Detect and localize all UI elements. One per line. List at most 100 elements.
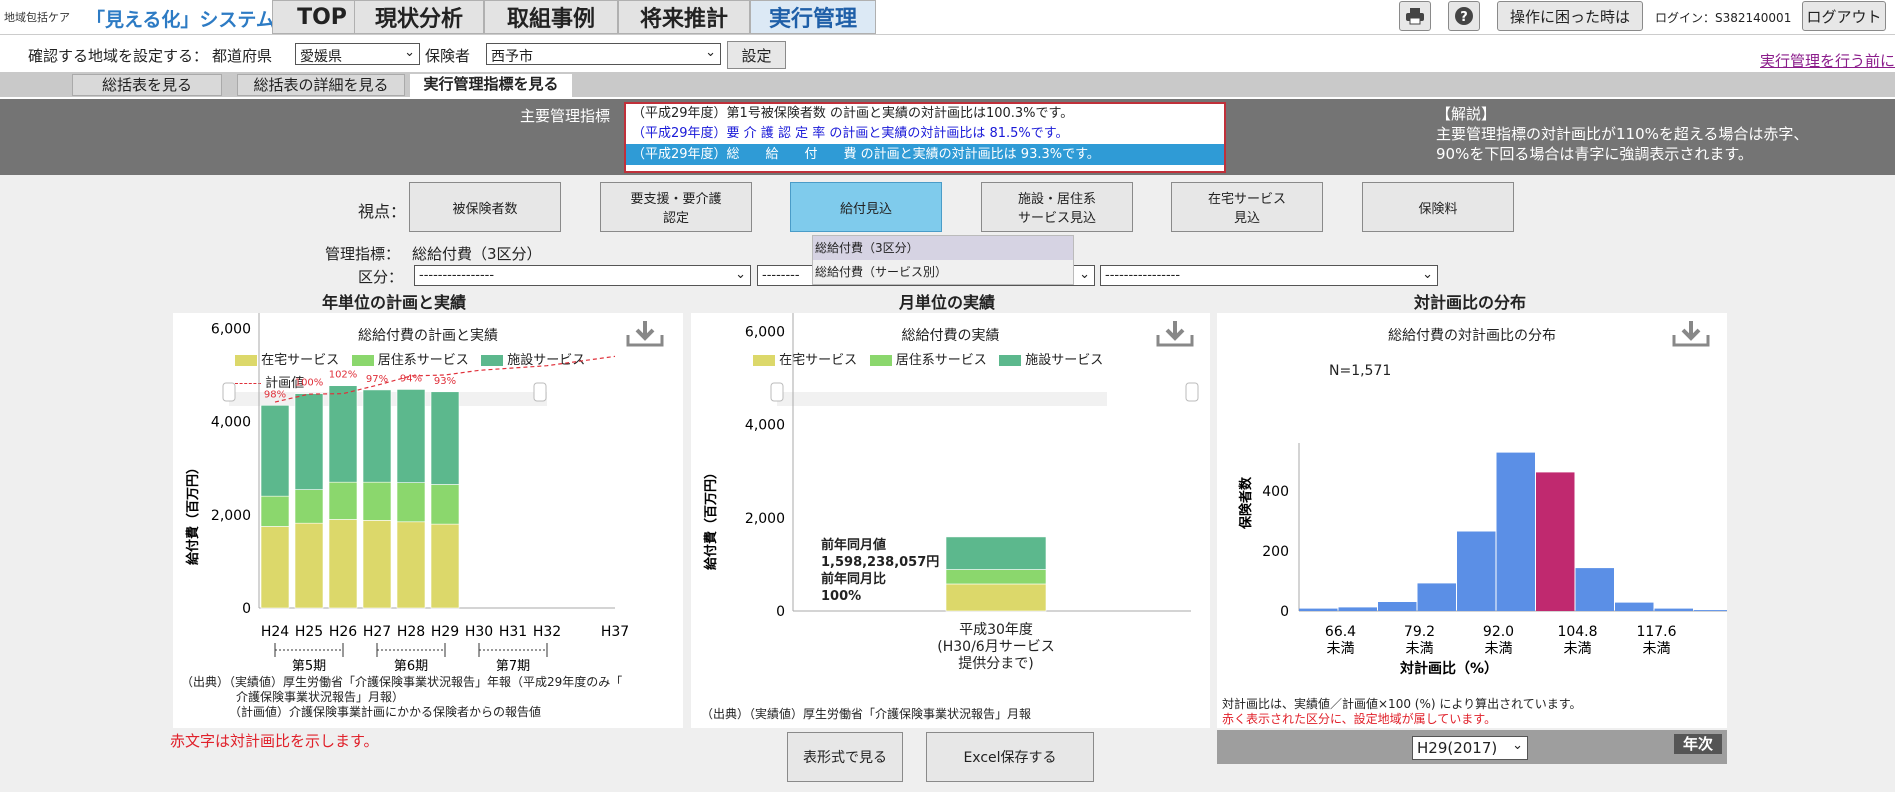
bar-segment — [328, 519, 358, 609]
ratio-label: 102% — [329, 370, 358, 381]
period-label: 第6期 — [394, 659, 428, 674]
x-tick-unit: 未満 — [1327, 641, 1355, 657]
monthly-xlabel-3: 提供分まで) — [958, 656, 1034, 672]
printer-icon — [1406, 8, 1424, 25]
annual-source-line-2: 介護保険事業状況報告」月報） — [236, 690, 405, 704]
chevron-down-icon: ⌄ — [735, 267, 746, 282]
metric-option-3-categories[interactable]: 総給付費（3区分） — [813, 236, 1073, 260]
note-line-2: 90%を下回る場合は青字に強調表示されます。 — [1436, 145, 1753, 163]
category-select-3[interactable]: ---------------- ⌄ — [1100, 265, 1438, 286]
chevron-down-icon: ⌄ — [404, 45, 415, 60]
note-title: 【解説】 — [1436, 105, 1497, 123]
bar-segment — [396, 389, 426, 483]
indicator-label: 主要管理指標 — [520, 107, 611, 125]
category-label: 区分： — [358, 268, 404, 286]
category-select-3-value: ---------------- — [1105, 268, 1181, 283]
tab-forecast[interactable]: 将来推計 — [618, 0, 750, 34]
y-tick-label: 0 — [776, 604, 785, 620]
distribution-histogram: 4002000保険者数66.4未満79.2未満92.0未満104.8未満117.… — [1238, 443, 1727, 677]
range-handle-right — [1185, 382, 1199, 402]
bar-segment — [945, 569, 1047, 585]
bar-segment — [294, 393, 324, 490]
category-select-2-value: -------- — [762, 268, 800, 283]
ratio-label: 97% — [366, 374, 388, 385]
tab-current-analysis[interactable]: 現状分析 — [354, 0, 484, 34]
x-tick-label: 92.0 — [1483, 624, 1514, 640]
annual-source-line-1: （出典）（実績値）厚生労働省「介護保険事業状況報告」年報（平成29年度のみ「 — [181, 675, 623, 689]
subtab-summary-detail[interactable]: 総括表の詳細を見る — [237, 74, 405, 96]
subtab-summary[interactable]: 総括表を見る — [72, 74, 222, 96]
pre-execution-link[interactable]: 実行管理を行う前に — [1760, 50, 1895, 71]
annual-source: （出典）（実績値）厚生労働省「介護保険事業状況報告」年報（平成29年度のみ「 介… — [181, 675, 622, 720]
metric-value[interactable]: 総給付費（3区分） — [412, 243, 542, 264]
print-button[interactable] — [1399, 1, 1431, 31]
viewpoint-facility-button[interactable]: 施設・居住系 サービス見込 — [981, 182, 1133, 232]
viewpoint-premium-button[interactable]: 保険料 — [1362, 182, 1514, 232]
logout-button[interactable]: ログアウト — [1802, 1, 1886, 31]
prefecture-value: 愛媛県 — [300, 49, 342, 65]
category-select-1-value: ---------------- — [419, 268, 495, 283]
trouble-help-button[interactable]: 操作に困った時は — [1497, 1, 1643, 31]
ratio-label: 98% — [264, 389, 286, 400]
metric-option-by-service[interactable]: 総給付費（サービス別） — [813, 260, 1073, 284]
x-tick-label: 104.8 — [1557, 624, 1597, 640]
x-tick-label: H25 — [295, 624, 323, 640]
indicator-note: 【解説】 主要管理指標の対計画比が110%を超える場合は赤字、 90%を下回る場… — [1436, 104, 1808, 164]
viewpoint-benefit-button[interactable]: 給付見込 — [790, 182, 942, 232]
subtab-indicators[interactable]: 実行管理指標を見る — [410, 74, 572, 97]
viewpoint-certification-button[interactable]: 要支援・要介護 認定 — [600, 182, 752, 232]
chevron-down-icon: ⌄ — [1079, 267, 1090, 282]
histogram-bar — [1417, 583, 1456, 611]
prefecture-select[interactable]: 愛媛県 ⌄ — [295, 43, 420, 65]
monthly-xlabel-2: (H30/6月サービス — [937, 639, 1055, 655]
viewpoint-home-service-button[interactable]: 在宅サービス 見込 — [1171, 182, 1323, 232]
insurer-label: 保険者 — [425, 47, 471, 65]
x-tick-label: 79.2 — [1404, 624, 1435, 640]
tab-execution-management[interactable]: 実行管理 — [750, 0, 876, 34]
bar-segment — [260, 495, 290, 527]
x-tick-label: H24 — [261, 624, 289, 640]
bar-segment — [362, 389, 392, 483]
chevron-down-icon: ⌄ — [1512, 738, 1523, 753]
y-tick-label: 2,000 — [745, 511, 785, 527]
x-tick-unit: 未満 — [1406, 641, 1434, 657]
annot-ratio-value: 100% — [821, 589, 862, 604]
histogram-bar — [1615, 602, 1654, 611]
category-select-1[interactable]: ---------------- ⌄ — [414, 265, 751, 286]
histogram-bar — [1338, 607, 1377, 611]
x-tick-label: H31 — [499, 624, 527, 640]
indicator-item-total-benefit[interactable]: （平成29年度）総 給 付 費 の計画と実績の対計画比は 93.3%です。 — [626, 144, 1224, 165]
histogram-bar — [1496, 452, 1535, 611]
annual-bar-chart: 6,000 4,000 2,000 0 給付費（百万円） 98% 100% 102% 97% 94… — [185, 313, 629, 674]
set-region-button[interactable]: 設定 — [727, 41, 786, 69]
table-view-button[interactable]: 表形式で見る — [787, 732, 903, 782]
ratio-label: 100% — [295, 378, 324, 389]
header-bar: 地域包括ケア 「見える化」システム TOP 現状分析 取組事例 将来推計 実行管… — [0, 0, 1895, 34]
histogram-bar — [1299, 608, 1338, 611]
viewpoint-insured-button[interactable]: 被保険者数 — [409, 182, 561, 232]
y-tick-label: 2,000 — [211, 508, 251, 524]
x-tick-unit: 未満 — [1485, 641, 1513, 657]
brand-logo[interactable]: 「見える化」システム — [86, 5, 275, 32]
year-select[interactable]: H29(2017) ⌄ — [1412, 736, 1528, 760]
y-tick-label: 4,000 — [211, 415, 251, 431]
tab-case-studies[interactable]: 取組事例 — [484, 0, 618, 34]
x-tick-label: 117.6 — [1636, 624, 1676, 640]
period-label: 第5期 — [292, 659, 326, 674]
metric-label: 管理指標： — [325, 245, 401, 263]
year-band: H29(2017) ⌄ 年次 — [1217, 730, 1727, 764]
insurer-select[interactable]: 西予市 ⌄ — [486, 43, 721, 65]
help-button[interactable]: ? — [1448, 1, 1480, 31]
range-handle-left — [222, 382, 236, 402]
histogram-bar — [1457, 531, 1496, 611]
monthly-xlabel-1: 平成30年度 — [959, 622, 1033, 638]
bar-segment — [294, 522, 324, 609]
region-row: 確認する地域を設定する： 都道府県 愛媛県 ⌄ 保険者 西予市 ⌄ 設定 実行管… — [0, 34, 1895, 72]
y-tick-label: 0 — [242, 601, 251, 617]
bar-segment — [260, 404, 290, 497]
ratio-label: 93% — [434, 376, 456, 387]
excel-save-button[interactable]: Excel保存する — [926, 732, 1094, 782]
annual-chart-panel: 総給付費の計画と実績 在宅サービス 居住系サービス 施設サービス 計画値 6,0… — [173, 313, 683, 728]
distribution-note-2: 赤く表示された区分に、設定地域が属しています。 — [1222, 712, 1497, 726]
range-handle-right — [533, 382, 547, 402]
